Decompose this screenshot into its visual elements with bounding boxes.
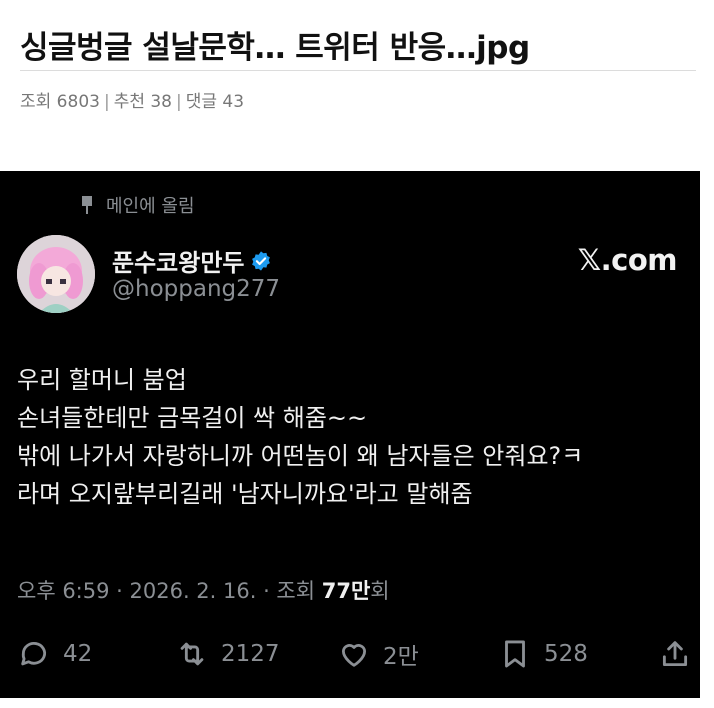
view-count: 조회 6803 (20, 92, 100, 112)
post-meta: 조회 6803 | 추천 38 | 댓글 43 (20, 87, 244, 112)
retweet-button[interactable]: 2127 (175, 634, 280, 674)
avatar-image (17, 235, 95, 313)
header-divider (20, 70, 696, 71)
meta-separator: | (103, 92, 110, 112)
share-icon (662, 641, 688, 667)
reply-button[interactable]: 42 (17, 634, 92, 674)
like-count: 2만 (383, 644, 419, 670)
post-header: 싱글벙글 설날문학… 트위터 반응…jpg 조회 6803 | 추천 38 | 댓글 4… (0, 0, 714, 170)
pinned-indicator: 메인에 올림 (80, 193, 195, 217)
pinned-label: 메인에 올림 (106, 196, 195, 217)
like-button[interactable]: 2만 (337, 634, 419, 674)
reply-count: 42 (63, 641, 93, 667)
user-handle[interactable]: @hoppang277 (112, 276, 280, 302)
view-count-suffix: 회 (370, 579, 390, 603)
view-count-value: 77만 (321, 579, 371, 603)
tweet-line: 밖에 나가서 자랑하니까 어떤놈이 왜 남자들은 안줘요?ㅋ (17, 442, 584, 470)
bookmark-button[interactable]: 528 (498, 634, 588, 674)
tweet-screenshot: 메인에 올림 푼수코왕만두 @hoppang277 𝕏.com 우리 할머니 붐… (0, 171, 700, 698)
tweet-timestamp: 오후 6:59 · 2026. 2. 16. · 조회 77만회 (17, 575, 390, 605)
meta-separator: | (176, 92, 182, 112)
tweet-line: 우리 할머니 붐업 (17, 366, 187, 394)
post-title: 싱글벙글 설날문학… 트위터 반응…jpg (20, 30, 530, 66)
comment-count[interactable]: 댓글 43 (186, 87, 244, 112)
verified-icon (252, 250, 271, 271)
tweet-actions: 42 2127 2만 528 (0, 634, 700, 674)
share-button[interactable] (658, 634, 704, 674)
tweet-line: 라며 오지랖부리길래 '남자니까요'라고 말해줌 (17, 480, 473, 508)
recommend-count: 추천 38 (113, 92, 173, 112)
avatar[interactable] (17, 235, 95, 313)
reply-icon (21, 642, 46, 666)
pin-icon (80, 196, 94, 214)
bookmark-icon (505, 640, 525, 668)
retweet-count: 2127 (221, 641, 280, 667)
timestamp-text[interactable]: 오후 6:59 · 2026. 2. 16. · 조회 (17, 579, 322, 603)
bookmark-count: 528 (544, 641, 588, 667)
tweet-line: 손녀들한테만 금목걸이 싹 해줌~~ (17, 404, 368, 432)
retweet-icon (180, 642, 204, 666)
x-logo: 𝕏.com (577, 243, 678, 277)
like-icon (341, 644, 367, 667)
display-name[interactable]: 푼수코왕만두 (112, 243, 244, 278)
author-row: 푼수코왕만두 (112, 243, 272, 278)
tweet-text: 우리 할머니 붐업 손녀들한테만 금목걸이 싹 해줌~~ 밖에 나가서 자랑하니… (17, 361, 687, 513)
